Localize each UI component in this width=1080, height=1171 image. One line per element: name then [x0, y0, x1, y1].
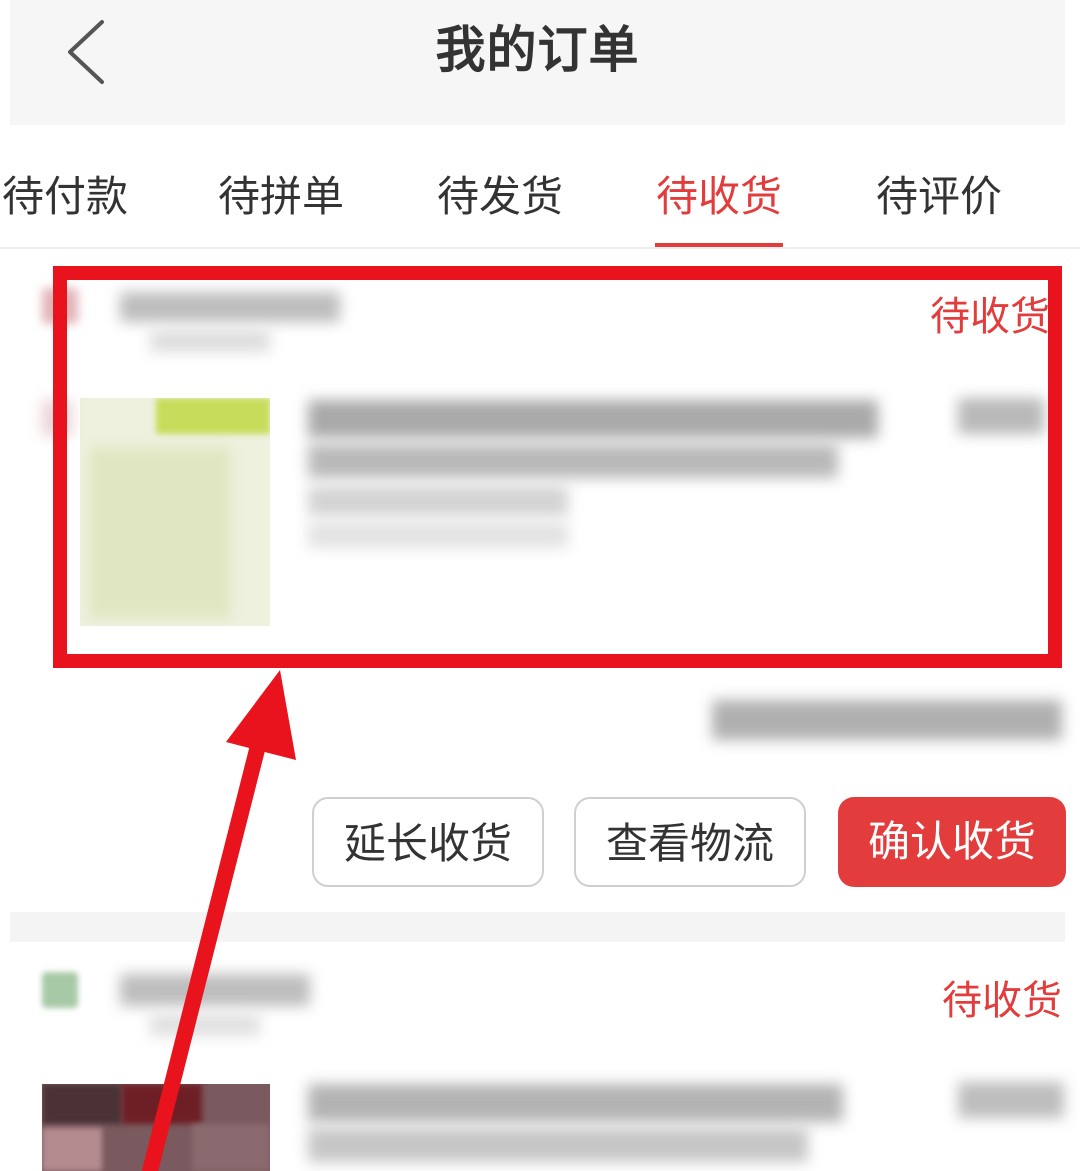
store-name-redacted — [150, 1014, 260, 1036]
order-status-tabs: 待付款 待拼单 待发货 待收货 待评价 — [0, 125, 1080, 249]
tab-pending-receipt[interactable]: 待收货 — [634, 167, 804, 227]
store-name-redacted — [120, 292, 340, 322]
product-spec-redacted — [308, 486, 568, 516]
product-title-redacted — [308, 1084, 843, 1122]
page-title: 我的订单 — [435, 21, 640, 79]
active-tab-indicator — [655, 243, 783, 247]
tab-pending-shipment[interactable]: 待发货 — [415, 167, 585, 227]
order-status-label: 待收货 — [930, 294, 1050, 340]
store-avatar — [42, 288, 78, 324]
tab-pending-review[interactable]: 待评价 — [854, 167, 1024, 227]
product-price-redacted — [958, 1082, 1064, 1118]
tab-pending-group[interactable]: 待拼单 — [196, 167, 366, 227]
tab-pending-payment[interactable]: 待付款 — [0, 167, 150, 227]
order-total-redacted — [712, 700, 1062, 740]
product-image[interactable] — [80, 398, 270, 626]
product-price-redacted — [958, 398, 1044, 434]
view-logistics-button[interactable]: 查看物流 — [574, 797, 806, 887]
product-title-redacted — [308, 444, 838, 478]
product-title-redacted — [308, 400, 878, 438]
select-checkbox-redacted — [42, 400, 72, 436]
product-title-redacted — [308, 1128, 808, 1162]
card-divider — [10, 912, 1065, 942]
product-image[interactable] — [42, 1084, 270, 1171]
store-name-redacted — [150, 330, 270, 352]
header-bar: 我的订单 — [10, 0, 1065, 125]
extend-receipt-button[interactable]: 延长收货 — [312, 797, 544, 887]
product-spec-redacted — [308, 522, 568, 548]
order-status-label: 待收货 — [942, 978, 1062, 1024]
confirm-receipt-button[interactable]: 确认收货 — [838, 797, 1066, 887]
store-avatar — [42, 972, 78, 1008]
store-name-redacted — [120, 974, 310, 1006]
